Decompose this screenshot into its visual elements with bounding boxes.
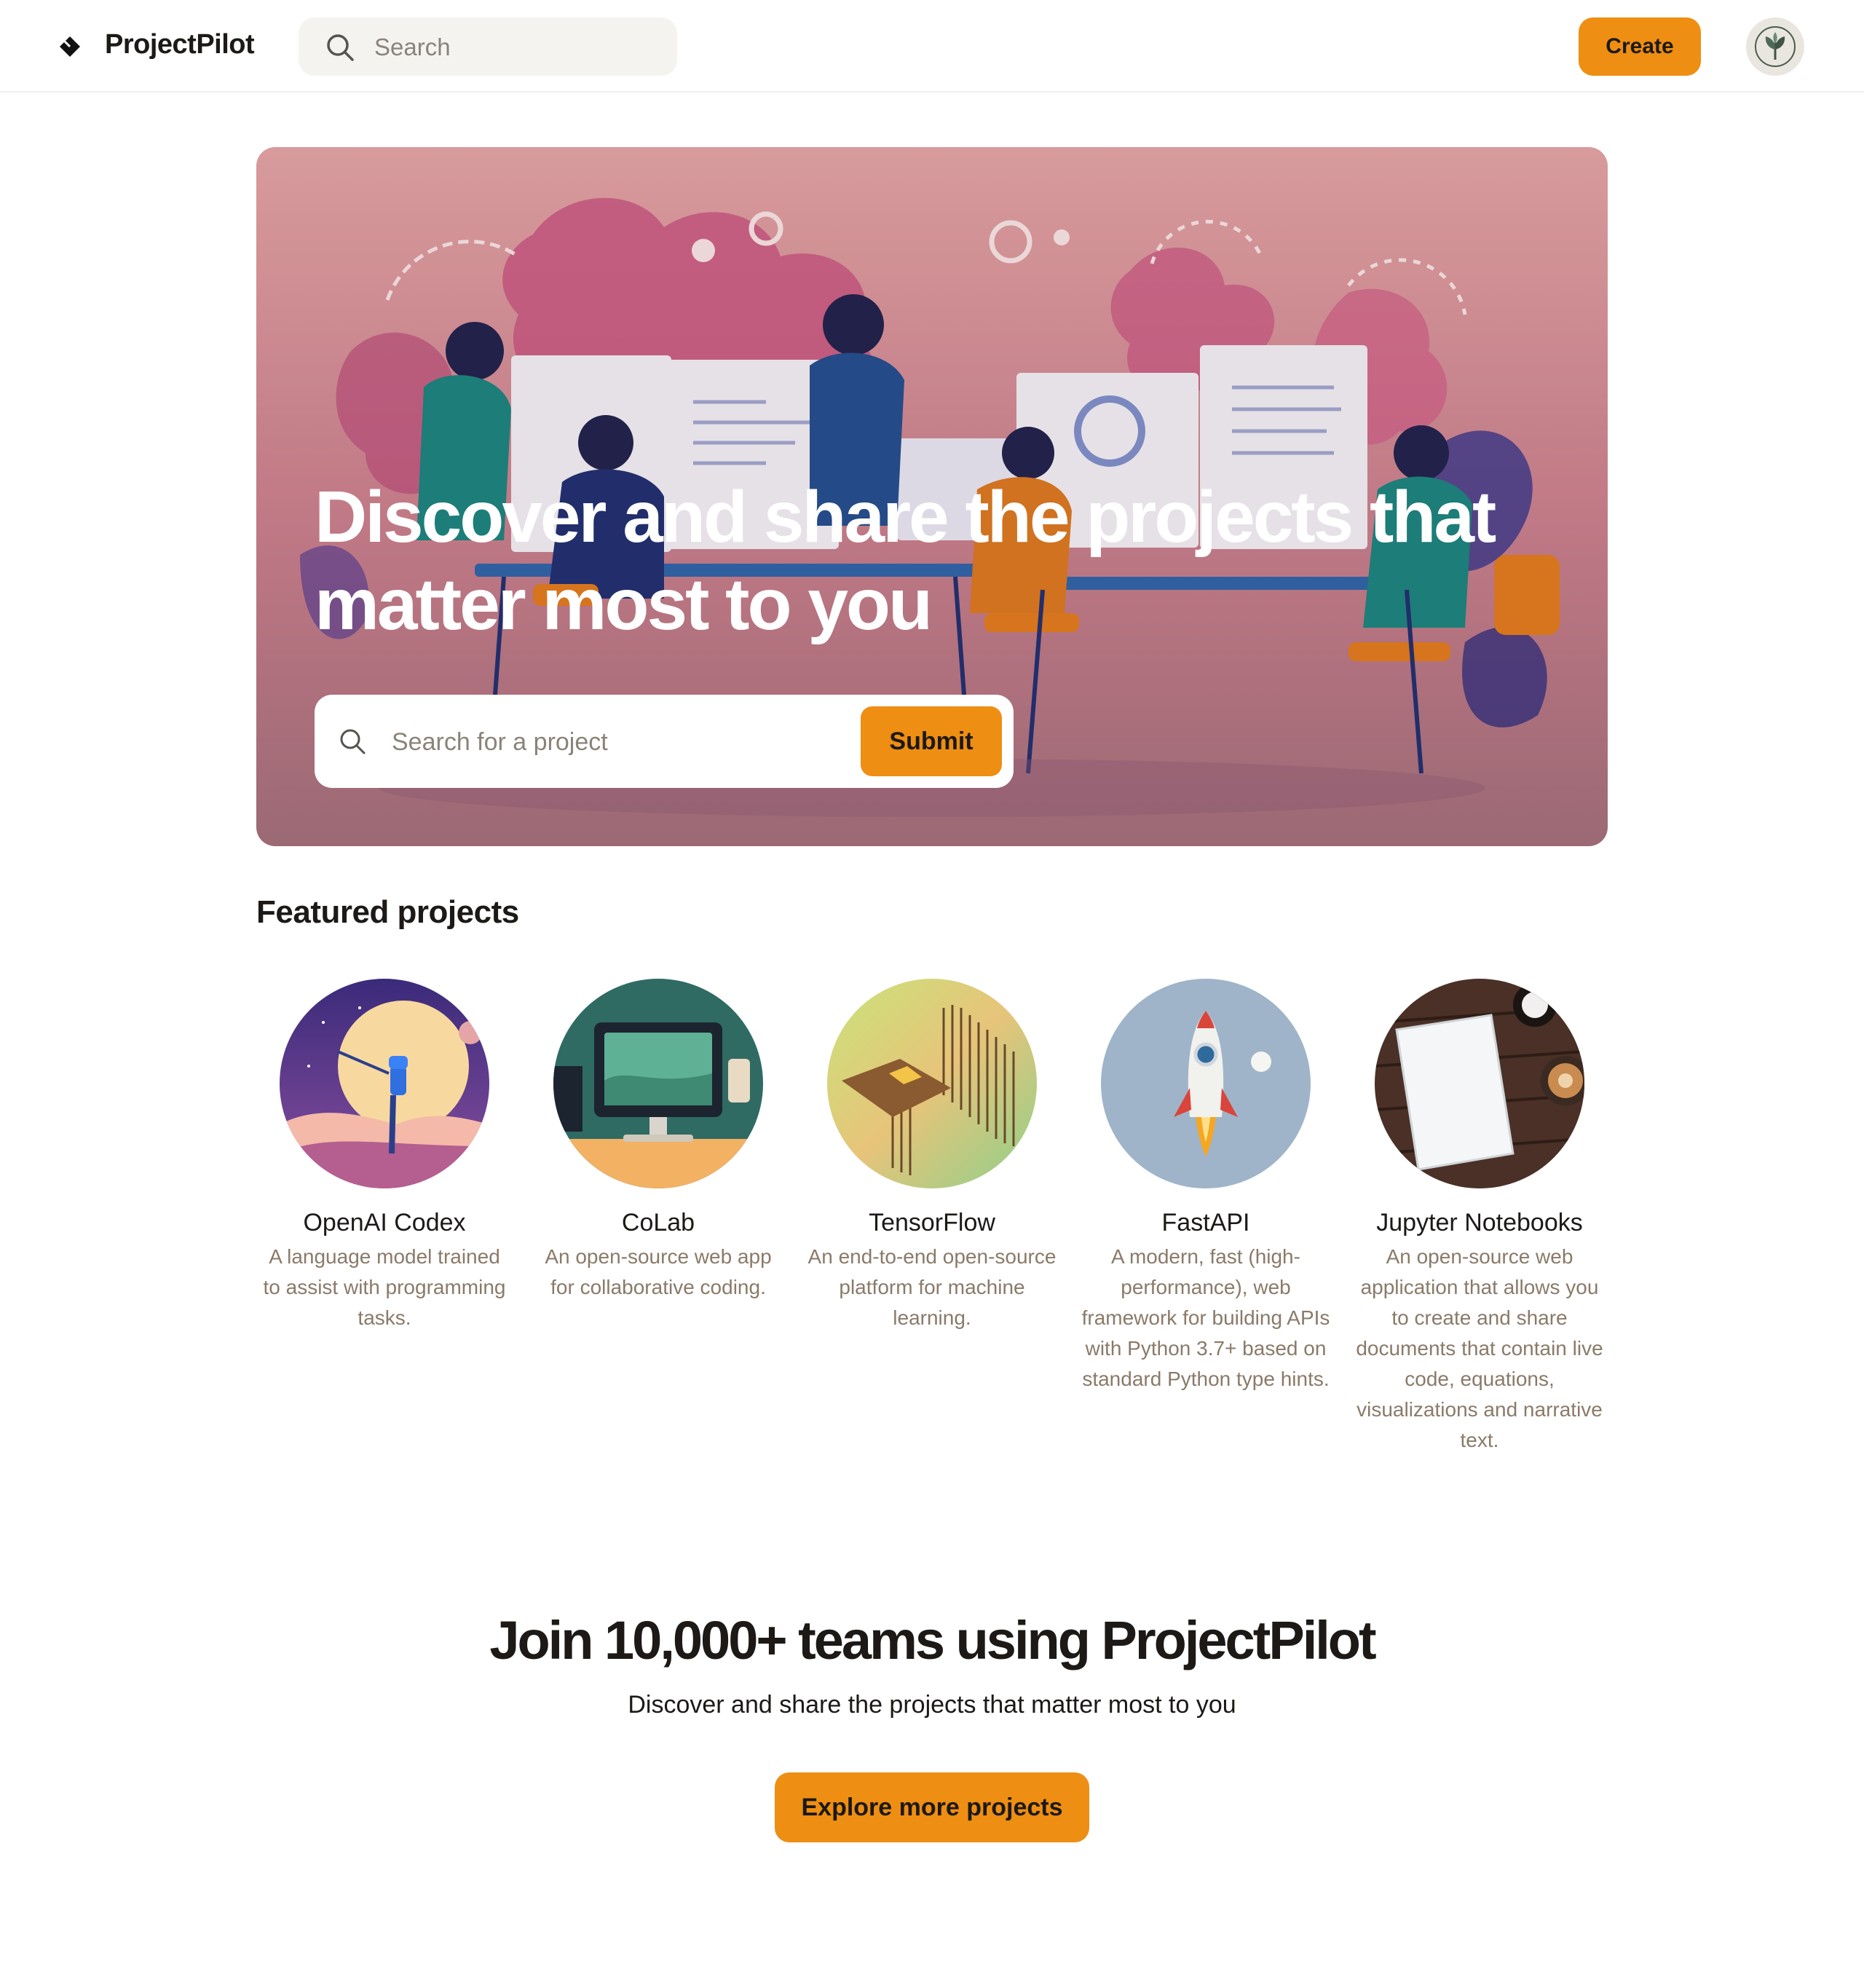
project-card-tensorflow[interactable]: TensorFlow An end-to-end open-source pla…	[804, 979, 1060, 1333]
project-description: An open-source web application that allo…	[1356, 1245, 1603, 1451]
avatar[interactable]	[1746, 17, 1804, 76]
project-card-colab[interactable]: CoLab An open-source web app for collabo…	[530, 979, 786, 1303]
project-description: An open-source web app for collaborative…	[545, 1245, 772, 1298]
search-icon	[340, 729, 366, 754]
project-card-jupyter-notebooks[interactable]: Jupyter Notebooks An open-source web app…	[1351, 979, 1608, 1456]
project-search-bar[interactable]: Submit	[315, 695, 1014, 788]
project-name: Jupyter Notebooks	[1376, 1209, 1583, 1236]
cta-subtitle: Discover and share the projects that mat…	[628, 1691, 1236, 1719]
cta-title: Join 10,000+ teams using ProjectPilot	[489, 1610, 1376, 1671]
search-icon	[327, 34, 354, 61]
search-input[interactable]	[373, 31, 660, 64]
logo-icon[interactable]	[58, 35, 82, 58]
project-description: A modern, fast (high-performance), web f…	[1081, 1245, 1330, 1390]
project-description: A language model trained to assist with …	[263, 1245, 506, 1329]
project-name: FastAPI	[1161, 1209, 1250, 1236]
plant-logo-icon	[1748, 19, 1803, 74]
project-name: TensorFlow	[869, 1209, 995, 1236]
top-navbar: ProjectPilot Create	[0, 0, 1864, 92]
hero-title: Discover and share the projects that mat…	[315, 476, 1496, 645]
app-name[interactable]: ProjectPilot	[105, 29, 255, 60]
rocket-illustration	[1101, 979, 1311, 1188]
robot-moon-illustration	[280, 979, 489, 1188]
project-name: OpenAI Codex	[303, 1209, 466, 1236]
featured-projects-title: Featured projects	[256, 894, 519, 930]
project-card-fastapi[interactable]: FastAPI A modern, fast (high-performance…	[1078, 979, 1334, 1395]
submit-button[interactable]: Submit	[861, 706, 1002, 776]
project-description: An end-to-end open-source platform for m…	[807, 1245, 1057, 1329]
computer-desk-illustration	[553, 979, 763, 1188]
header-search[interactable]	[299, 17, 677, 76]
circuit-chip-illustration	[827, 979, 1037, 1188]
project-search-input[interactable]	[390, 724, 786, 760]
featured-projects-list: OpenAI Codex A language model trained to…	[256, 979, 1608, 1474]
project-name: CoLab	[621, 1209, 695, 1236]
project-card-openai-codex[interactable]: OpenAI Codex A language model trained to…	[256, 979, 513, 1333]
explore-more-projects-button[interactable]: Explore more projects	[775, 1772, 1089, 1842]
hero-banner: Discover and share the projects that mat…	[256, 147, 1608, 846]
notebook-coffee-photo	[1375, 979, 1584, 1188]
create-button[interactable]: Create	[1579, 17, 1701, 76]
